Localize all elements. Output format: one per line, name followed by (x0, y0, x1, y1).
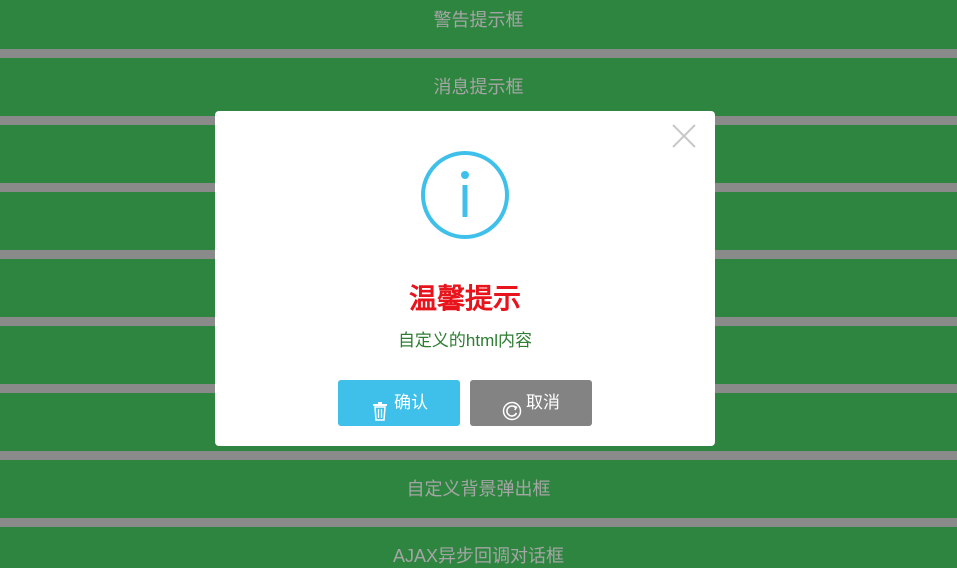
trash-icon (370, 393, 390, 421)
cancel-button-label: 取消 (526, 393, 560, 412)
list-item-label: 消息提示框 (433, 77, 524, 97)
list-item-message-dialog[interactable]: 消息提示框 (0, 58, 957, 116)
confirm-button-label: 确认 (394, 393, 428, 412)
refresh-icon (502, 393, 522, 421)
dialog-title: 温馨提示 (408, 283, 521, 314)
cancel-button[interactable]: 取消 (470, 380, 592, 426)
confirm-button[interactable]: 确认 (338, 380, 460, 426)
list-item-label: 警告提示框 (433, 10, 524, 30)
list-item-custom-background-dialog[interactable]: 自定义背景弹出框 (0, 460, 957, 518)
info-circle-icon (421, 151, 509, 239)
list-item-label: AJAX异步回调对话框 (392, 546, 565, 566)
list-item-warning-dialog[interactable]: 警告提示框 (0, 0, 957, 49)
list-item-ajax-callback-dialog[interactable]: AJAX异步回调对话框 (0, 527, 957, 568)
page: 警告提示框 消息提示框 自定义背景弹出框 AJAX异步回调对话框 温馨提示 自定… (0, 0, 957, 568)
close-icon[interactable] (671, 123, 697, 149)
alert-dialog: 温馨提示 自定义的html内容 确认 取消 (215, 111, 715, 446)
list-item-label: 自定义背景弹出框 (406, 479, 551, 499)
dialog-content: 自定义的html内容 (397, 331, 533, 350)
